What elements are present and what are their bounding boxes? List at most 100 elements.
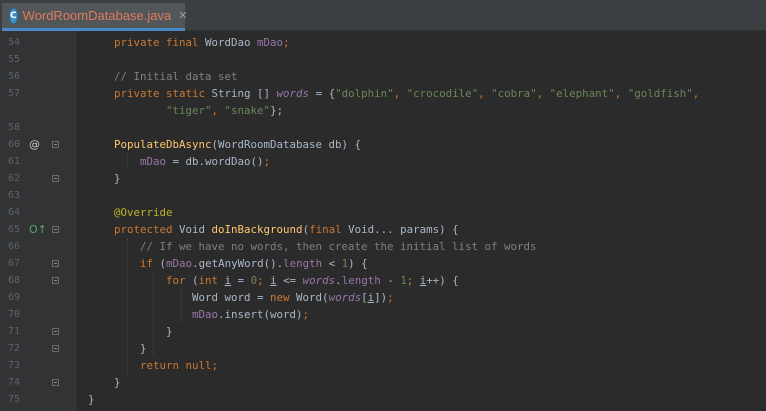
code-line[interactable]: 55 (0, 51, 766, 68)
code-line[interactable]: 67 if (mDao.getAnyWord().length < 1) { (0, 255, 766, 272)
code-token: WordDao (205, 36, 258, 49)
fold-toggle-icon[interactable] (52, 141, 59, 148)
code-token: ; (387, 291, 394, 304)
code-line[interactable]: 61 mDao = db.wordDao(); (0, 153, 766, 170)
code-line[interactable]: 58 (0, 119, 766, 136)
code-text: } (62, 323, 173, 340)
code-line[interactable]: 69 Word word = new Word(words[i]); (0, 289, 766, 306)
code-token: String [] (211, 87, 277, 100)
code-line[interactable]: 70 mDao.insert(word); (0, 306, 766, 323)
line-number: 60 (7, 139, 20, 150)
code-line[interactable]: 62 } (0, 170, 766, 187)
annotation-marker-icon[interactable]: @ (29, 136, 40, 153)
code-text: } (62, 340, 147, 357)
code-text: return null; (62, 357, 218, 374)
indent-guide (127, 238, 128, 374)
code-token: Word( (296, 291, 329, 304)
code-token: "elephant" (549, 87, 615, 100)
code-editor[interactable]: 54 private final WordDao mDao; 55 56 // In… (0, 31, 766, 411)
line-number: 55 (7, 54, 20, 65)
code-line[interactable]: "tiger", "snake"}; (0, 102, 766, 119)
code-token: , (692, 87, 700, 100)
code-token: , (393, 87, 407, 100)
line-number: 75 (7, 394, 20, 405)
fold-toggle-icon[interactable] (52, 379, 59, 386)
code-line[interactable]: 60 @ PopulateDbAsync(WordRoomDatabase db)… (0, 136, 766, 153)
code-text: private final WordDao mDao; (62, 34, 290, 51)
code-token: private final (114, 36, 206, 49)
code-line[interactable]: 72 } (0, 340, 766, 357)
line-number: 63 (7, 190, 20, 201)
code-line[interactable]: 64 @Override (0, 204, 766, 221)
indent-guide (153, 272, 154, 357)
code-line[interactable]: 68 for (int i = 0; i <= words.length - 1… (0, 272, 766, 289)
code-token: words (328, 291, 362, 304)
fold-toggle-icon[interactable] (52, 345, 59, 352)
code-token: for (166, 274, 193, 287)
code-token: ; (302, 308, 310, 321)
code-token: ]) (374, 291, 388, 304)
code-text: for (int i = 0; i <= words.length - 1; i… (62, 272, 459, 289)
code-token: } (88, 393, 95, 406)
code-token: mDao (166, 257, 193, 270)
override-marker-icon[interactable]: O↑ (29, 221, 47, 238)
code-token: ) { (348, 257, 368, 270)
line-number: 73 (7, 360, 20, 371)
editor-tab-bar: C WordRoomDatabase.java ✕ (0, 0, 766, 31)
fold-toggle-icon[interactable] (52, 277, 59, 284)
code-token: PopulateDbAsync (114, 138, 212, 151)
code-text: Word word = new Word(words[i]); (62, 289, 394, 306)
code-line[interactable]: 56 // Initial data set (0, 68, 766, 85)
code-line[interactable]: 71 } (0, 323, 766, 340)
code-token: = (231, 274, 251, 287)
code-token: return null (140, 359, 212, 372)
indent-guide (181, 289, 182, 323)
code-token: // If we have no words, then create the … (140, 240, 537, 253)
code-token: protected (114, 223, 180, 236)
code-line[interactable]: 63 (0, 187, 766, 204)
code-token: .getAnyWord(). (192, 257, 284, 270)
code-token: int (198, 274, 225, 287)
code-token: <= (276, 274, 303, 287)
code-line[interactable]: 73 return null; (0, 357, 766, 374)
code-token: , (614, 87, 628, 100)
code-line[interactable]: 74 } (0, 374, 766, 391)
line-number: 54 (7, 37, 20, 48)
line-number: 64 (7, 207, 20, 218)
fold-toggle-icon[interactable] (52, 260, 59, 267)
java-class-icon: C (10, 8, 17, 23)
code-line[interactable]: 54 private final WordDao mDao; (0, 34, 766, 51)
code-token: "cobra" (491, 87, 537, 100)
code-line[interactable]: 75 } (0, 391, 766, 408)
code-text: protected Void doInBackground(final Void… (62, 221, 459, 238)
code-line[interactable]: 57 private static String [] words = {"do… (0, 85, 766, 102)
code-token: }; (270, 104, 284, 117)
code-token: } (114, 376, 121, 389)
code-line[interactable]: 65 O↑ protected Void doInBackground(final… (0, 221, 766, 238)
line-number: 71 (7, 326, 20, 337)
tab-wordroomdatabase-java[interactable]: C WordRoomDatabase.java ✕ (2, 3, 187, 31)
code-token: mDao (192, 308, 219, 321)
code-text: mDao.insert(word); (62, 306, 309, 323)
fold-toggle-icon[interactable] (52, 328, 59, 335)
fold-toggle-icon[interactable] (52, 226, 59, 233)
code-line[interactable]: 66 // If we have no words, then create t… (0, 238, 766, 255)
line-number: 72 (7, 343, 20, 354)
code-token: , (478, 87, 492, 100)
line-number: 74 (7, 377, 20, 388)
code-token: // Initial data set (114, 70, 238, 83)
code-token: doInBackground (211, 223, 303, 236)
code-token: Void (179, 223, 212, 236)
fold-toggle-icon[interactable] (52, 175, 59, 182)
close-icon[interactable]: ✕ (178, 9, 187, 22)
